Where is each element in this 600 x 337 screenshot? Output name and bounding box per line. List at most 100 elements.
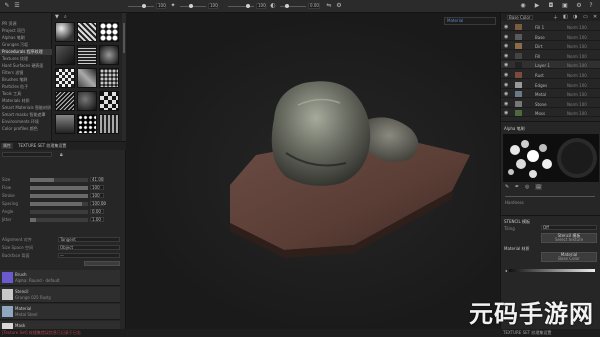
property-slider[interactable] (30, 178, 88, 182)
layer-row[interactable]: ◉ Metal Norm 100 (501, 90, 600, 99)
brush-preset-field[interactable] (2, 152, 52, 157)
brush-icon[interactable]: ✎ (4, 3, 10, 9)
material-select-button[interactable]: Material Base Color (541, 252, 597, 262)
layer-row[interactable]: ◉ Base Norm 100 (501, 33, 600, 41)
visibility-eye-icon[interactable]: ◉ (504, 82, 508, 88)
shelf-category-item[interactable]: Environments 环境 (0, 119, 52, 125)
channel-dropdown[interactable]: Base Color (507, 15, 533, 20)
layer-blend-mode[interactable]: Norm 100 (567, 54, 587, 59)
apply-button[interactable] (84, 261, 120, 266)
visibility-eye-icon[interactable]: ◉ (504, 110, 508, 116)
slider-knob[interactable] (246, 4, 250, 8)
dropper-icon[interactable]: ◂ (505, 268, 507, 273)
video-icon[interactable]: ▶ (534, 3, 540, 9)
shelf-thumbnail[interactable] (55, 91, 75, 111)
shelf-thumbnail[interactable] (99, 91, 119, 111)
tab-properties[interactable]: 属性 (1, 143, 13, 149)
brush-icon[interactable]: ✦ (170, 3, 176, 9)
menu-icon[interactable]: ☰ (14, 3, 20, 9)
layer-blend-mode[interactable]: Norm 100 (567, 73, 587, 78)
size-value[interactable]: 100 (156, 3, 166, 9)
shelf-thumbnail[interactable] (99, 114, 119, 134)
property-slider[interactable] (30, 194, 88, 198)
tilt-icon[interactable]: ▤ (535, 184, 542, 190)
layer-blend-mode[interactable]: Norm 100 (567, 44, 587, 49)
settings-icon[interactable]: ⚙ (336, 3, 342, 9)
shelf-category-item[interactable]: Textures 纹理 (0, 56, 52, 62)
shelf-thumbnail[interactable] (77, 91, 97, 111)
brush-stack-item[interactable]: Material Metal Steel (0, 304, 120, 320)
property-dropdown[interactable]: — (58, 253, 120, 258)
layer-row[interactable]: ◉ Rust Norm 100 (501, 71, 600, 79)
add-mask-icon[interactable]: ◑ (573, 14, 577, 20)
brush-stack-item[interactable]: Brush Alpha: Round · default (0, 270, 120, 286)
shelf-thumbnail[interactable] (77, 114, 97, 134)
layer-blend-mode[interactable]: Norm 100 (567, 35, 587, 40)
color-gradient-slider[interactable] (509, 269, 595, 272)
slider-knob[interactable] (285, 4, 289, 8)
shelf-category-item[interactable]: Grunges 污垢 (0, 42, 52, 48)
camera-icon[interactable]: ◉ (520, 3, 526, 9)
visibility-eye-icon[interactable]: ◉ (504, 91, 508, 97)
stroke-value[interactable]: 100 (256, 3, 266, 9)
settings-icon[interactable]: ⚙ (576, 3, 582, 9)
shelf-category-item[interactable]: Hard Surfaces 硬表面 (0, 63, 52, 69)
delete-icon[interactable]: ✕ (593, 14, 597, 20)
visibility-eye-icon[interactable]: ◉ (504, 24, 508, 30)
layer-blend-mode[interactable]: Norm 100 (567, 63, 587, 68)
property-dropdown[interactable]: Object (58, 245, 120, 250)
property-value-field[interactable]: 100 (90, 193, 104, 198)
layer-row[interactable]: ◉ Fill 1 Norm 100 (501, 23, 600, 31)
property-slider[interactable] (30, 186, 88, 190)
search-icon[interactable]: ⌕ (64, 14, 67, 20)
shelf-thumbnail[interactable] (55, 68, 75, 88)
shelf-category-item[interactable]: Tools 工具 (0, 91, 52, 97)
lock-icon[interactable]: 🔒︎ (60, 152, 63, 158)
shelf-category-item[interactable]: PR 资源 (0, 21, 52, 27)
slider-knob[interactable] (142, 4, 146, 8)
layer-blend-mode[interactable]: Norm 100 (567, 25, 587, 30)
layer-row[interactable]: ◉ Layer 1 Norm 100 (501, 61, 600, 70)
shelf-search-bar[interactable]: ▼ ⌕ (52, 13, 122, 20)
layer-blend-mode[interactable]: Norm 100 (567, 102, 587, 107)
shelf-thumbnail[interactable] (99, 45, 119, 65)
layer-row[interactable]: ◉ Stone Norm 100 (501, 100, 600, 108)
shelf-category-item[interactable]: Brushes 笔刷 (0, 77, 52, 83)
property-value-field[interactable]: 0.00 (90, 209, 104, 214)
shelf-thumbnail[interactable] (99, 68, 119, 88)
brush-stack-item[interactable]: Stencil Grunge 025 Rusty (0, 287, 120, 303)
picker-icon[interactable]: ◐ (270, 3, 276, 9)
property-value-field[interactable]: 41.00 (90, 177, 104, 182)
property-value-field[interactable]: 1.00 (90, 217, 104, 222)
layer-row[interactable]: ◉ Edges Norm 100 (501, 81, 600, 89)
flow-slider[interactable] (180, 4, 206, 8)
tiling-dropdown[interactable]: Off (541, 225, 597, 230)
stencil-select-button[interactable]: Stencil 模板 Select texture (541, 233, 597, 243)
visibility-eye-icon[interactable]: ◉ (504, 62, 508, 68)
display-icon[interactable]: ▣ (562, 3, 568, 9)
property-value-field[interactable]: 100.00 (90, 201, 106, 206)
property-dropdown[interactable]: Tangent (58, 237, 120, 242)
property-slider[interactable] (30, 202, 88, 206)
shelf-category-item[interactable]: Smart masks 智能遮罩 (0, 112, 52, 118)
spacing-value[interactable]: 0.00 (308, 3, 320, 9)
layer-blend-mode[interactable]: Norm 100 (567, 92, 587, 97)
viewport-mode-dropdown[interactable]: Material (444, 17, 496, 25)
symmetry-icon[interactable]: ⇋ (326, 3, 332, 9)
shelf-category-item[interactable]: Procedurals 程序纹理 (0, 49, 52, 55)
visibility-eye-icon[interactable]: ◉ (504, 101, 508, 107)
layer-blend-mode[interactable]: Norm 100 (567, 111, 587, 116)
shelf-category-item[interactable]: Filters 滤镜 (0, 70, 52, 76)
pen-icon[interactable]: ✒ (515, 184, 519, 190)
shelf-category-item[interactable]: Alphas 笔刷 (0, 35, 52, 41)
screenshot-icon[interactable]: ◘ (548, 3, 554, 9)
visibility-eye-icon[interactable]: ◉ (504, 72, 508, 78)
shelf-thumbnail[interactable] (99, 22, 119, 42)
shelf-category-item[interactable]: Particles 粒子 (0, 84, 52, 90)
add-fill-icon[interactable]: ◧ (563, 14, 568, 20)
layer-blend-mode[interactable]: Norm 100 (567, 83, 587, 88)
flow-value[interactable]: 100 (208, 3, 218, 9)
scrollbar-thumb[interactable] (123, 23, 125, 53)
help-icon[interactable]: ? (588, 3, 594, 9)
stroke-slider[interactable] (228, 4, 254, 8)
